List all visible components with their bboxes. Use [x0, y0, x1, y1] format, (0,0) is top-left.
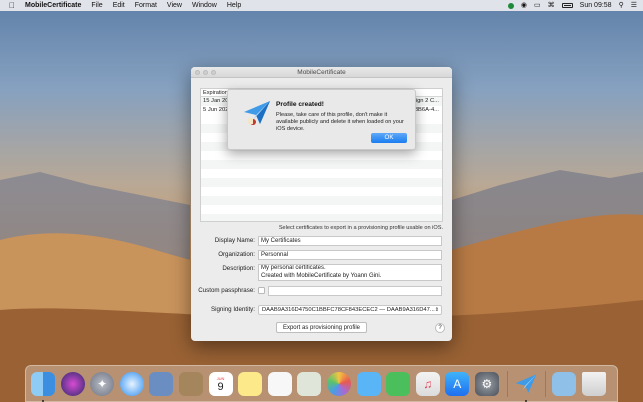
dock: ✦ JUN 9 ♫ A ⚙: [25, 365, 618, 402]
zoom-button[interactable]: [211, 70, 216, 75]
export-profile-button[interactable]: Export as provisioning profile: [276, 322, 367, 333]
airplay-icon[interactable]: ▭: [534, 0, 541, 11]
organization-row: Organization: Personnal: [191, 250, 452, 260]
downloads-folder-icon[interactable]: [552, 371, 577, 396]
battery-icon[interactable]: [561, 3, 573, 8]
description-label: Description:: [222, 265, 255, 272]
menu-clock[interactable]: Sun 09:58: [580, 0, 612, 11]
empty-row: [201, 205, 442, 214]
cell-name: ign 2 C...: [415, 98, 439, 104]
close-button[interactable]: [195, 70, 200, 75]
display-name-label: Display Name:: [214, 237, 255, 244]
reminders-icon[interactable]: [267, 371, 292, 396]
profile-created-alert: Profile created! Please, take care of th…: [227, 89, 416, 150]
menu-window[interactable]: Window: [192, 0, 217, 11]
description-line: Created with MobileCertificate by Yoann …: [261, 272, 382, 279]
signing-identity-row: Signing Identity: DAAB9A316D4750C1BBFC78…: [191, 305, 452, 315]
display-name-field[interactable]: My Certificates: [258, 236, 442, 246]
signing-identity-select[interactable]: DAAB9A316D4750C1BBFC78CF843ECEC2 — DAAB9…: [258, 305, 442, 315]
alert-title: Profile created!: [276, 101, 325, 108]
mobilecertificate-app-icon: [244, 101, 270, 125]
cell-date: 5 Jun 202: [203, 107, 229, 113]
calendar-day: 9: [217, 380, 224, 393]
search-icon[interactable]: ⚲: [619, 0, 624, 11]
description-row: Description: My personal certificates. C…: [191, 264, 452, 281]
menu-app-name[interactable]: MobileCertificate: [25, 0, 81, 11]
empty-row: [201, 214, 442, 221]
music-icon[interactable]: ♫: [415, 371, 440, 396]
menu-view[interactable]: View: [167, 0, 182, 11]
messages-icon[interactable]: [356, 371, 381, 396]
siri-icon[interactable]: [60, 371, 85, 396]
help-button[interactable]: ?: [435, 323, 445, 333]
window-title: MobileCertificate: [297, 69, 346, 76]
launchpad-icon[interactable]: ✦: [90, 371, 115, 396]
passphrase-row: Custom passphrase:: [191, 286, 452, 296]
signing-identity-value: DAAB9A316D4750C1BBFC78CF843ECEC2 — DAAB9…: [262, 307, 435, 313]
signing-identity-label: Signing Identity:: [210, 306, 255, 313]
alert-message: Please, take care of this profile, don't…: [276, 112, 404, 132]
menu-bar:  MobileCertificate File Edit Format Vie…: [0, 0, 643, 11]
minimize-button[interactable]: [203, 70, 208, 75]
menu-edit[interactable]: Edit: [113, 0, 125, 11]
dock-separator: [545, 370, 547, 397]
empty-row: [201, 187, 442, 196]
notification-center-icon[interactable]: ☰: [631, 0, 637, 11]
notes-icon[interactable]: [178, 371, 203, 396]
system-preferences-icon[interactable]: ⚙: [474, 371, 499, 396]
apple-icon[interactable]: : [9, 0, 17, 11]
display-name-row: Display Name: My Certificates: [191, 236, 452, 246]
empty-row: [201, 169, 442, 178]
paper-plane-icon: [515, 373, 536, 393]
preview-icon[interactable]: [149, 371, 174, 396]
menu-format[interactable]: Format: [135, 0, 157, 11]
menu-file[interactable]: File: [91, 0, 102, 11]
running-indicator: [42, 399, 44, 402]
description-field[interactable]: My personal certificates. Created with M…: [258, 264, 442, 281]
passphrase-checkbox[interactable]: [258, 287, 265, 294]
chevron-updown-icon: ⇕: [434, 307, 439, 313]
trash-icon[interactable]: [581, 371, 606, 396]
appstore-icon[interactable]: A: [445, 371, 470, 396]
status-area: ◉ ▭ ⌘ Sun 09:58 ⚲ ☰: [501, 0, 637, 11]
window-titlebar[interactable]: MobileCertificate: [191, 67, 452, 78]
photos-icon[interactable]: [326, 371, 351, 396]
ok-button[interactable]: OK: [371, 133, 407, 143]
status-app-icon[interactable]: [507, 2, 514, 9]
facetime-icon[interactable]: [386, 371, 411, 396]
empty-row: [201, 160, 442, 169]
passphrase-field[interactable]: [268, 286, 442, 296]
empty-row: [201, 178, 442, 187]
photos-app-icon[interactable]: [297, 371, 322, 396]
cell-date: 15 Jan 20: [203, 98, 229, 104]
table-hint: Select certificates to export in a provi…: [278, 225, 443, 231]
wifi-icon[interactable]: ⌘: [548, 0, 555, 11]
passphrase-label: Custom passphrase:: [198, 287, 255, 294]
finder-icon[interactable]: [31, 371, 55, 402]
description-line: My personal certificates.: [261, 265, 326, 271]
calendar-icon[interactable]: JUN 9: [208, 371, 233, 396]
organization-field[interactable]: Personnal: [258, 250, 442, 260]
column-header-expiration[interactable]: Expiration D: [203, 89, 229, 104]
empty-row: [201, 151, 442, 160]
dock-separator: [506, 370, 508, 397]
organization-label: Organization:: [218, 251, 255, 258]
empty-row: [201, 196, 442, 205]
cell-name: 3B6A-4...: [414, 107, 439, 113]
menu-help[interactable]: Help: [227, 0, 241, 11]
mobilecertificate-icon[interactable]: [514, 372, 538, 402]
running-indicator: [524, 399, 527, 402]
safari-icon[interactable]: [119, 371, 144, 396]
status-icon[interactable]: ◉: [521, 0, 527, 11]
stickies-icon[interactable]: [238, 371, 263, 396]
